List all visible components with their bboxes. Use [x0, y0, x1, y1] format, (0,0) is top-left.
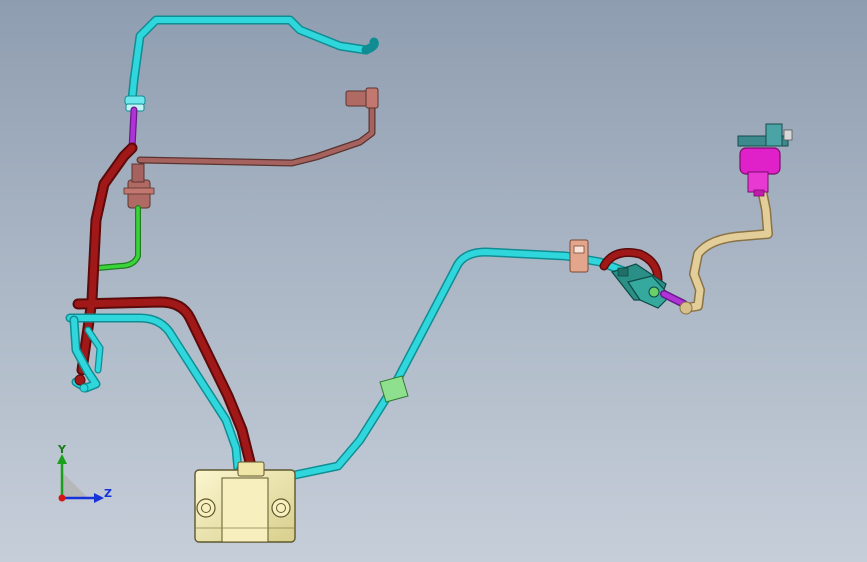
salmon-clamp: [569, 239, 589, 273]
left-cyan-hoses[interactable]: [65, 313, 243, 475]
hose-assembly-model[interactable]: Y Z: [0, 0, 867, 562]
reservoir-housing[interactable]: [194, 461, 296, 543]
main-cyan-hose[interactable]: [235, 247, 631, 483]
brown-connector: [123, 163, 155, 209]
purple-hose-segment[interactable]: [128, 106, 138, 152]
cad-viewport[interactable]: Y Z: [0, 0, 867, 562]
brown-vent-hose[interactable]: [123, 87, 379, 209]
upper-cyan-hose[interactable]: [124, 15, 379, 112]
z-axis-label: Z: [104, 487, 112, 500]
axis-triad: Y Z: [57, 443, 112, 503]
brown-end-fitting: [345, 87, 379, 109]
tan-hose[interactable]: [679, 185, 773, 315]
green-hose[interactable]: [95, 205, 141, 271]
y-axis-label: Y: [57, 443, 67, 456]
purple-hose-right[interactable]: [660, 290, 688, 308]
magenta-fitting[interactable]: [737, 123, 793, 197]
